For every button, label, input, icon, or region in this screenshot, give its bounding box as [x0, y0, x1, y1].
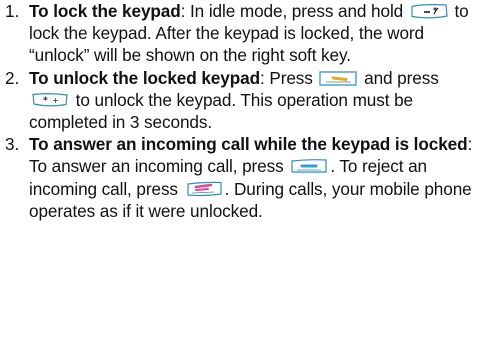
step-title: To unlock the locked keypad	[29, 67, 260, 88]
step-answer-call-while-locked: 3. To answer an incoming call while the …	[5, 133, 475, 222]
step-text: : In idle mode, press and hold	[180, 1, 408, 21]
step-title: To lock the keypad	[29, 1, 181, 21]
step-title: To answer an incoming call while the key…	[29, 134, 468, 155]
step-number: 1.	[5, 1, 20, 21]
end-key-icon	[184, 181, 224, 198]
right-soft-key-icon	[318, 70, 358, 87]
star-key-icon: * +	[30, 92, 70, 109]
step-number: 2.	[5, 67, 20, 88]
keypad-lock-instructions: 1. To lock the keypad: In idle mode, pre…	[5, 0, 475, 222]
svg-text:*: *	[43, 96, 48, 106]
step-text: to unlock the keypad. This operation mus…	[29, 89, 414, 133]
step-unlock-keypad: 2. To unlock the locked keypad: Press an…	[5, 67, 475, 134]
step-lock-keypad: 1. To lock the keypad: In idle mode, pre…	[5, 0, 475, 67]
step-number: 3.	[5, 134, 20, 155]
step-text: : Press	[259, 67, 318, 88]
step-text: and press	[359, 67, 439, 88]
svg-text:+: +	[52, 96, 59, 105]
send-key-icon	[289, 158, 329, 175]
star-key-icon: *	[409, 3, 449, 20]
